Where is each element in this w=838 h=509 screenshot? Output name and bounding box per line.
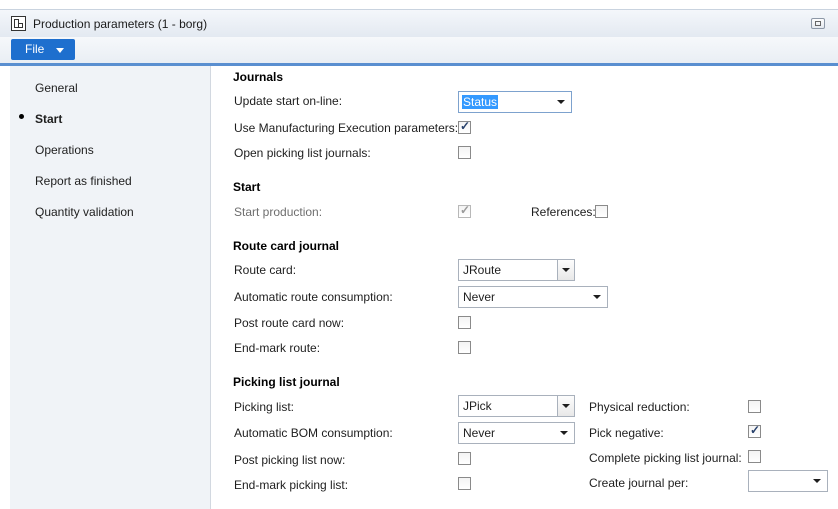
sidebar-nav: General Start Operations Report as finis…: [10, 66, 211, 509]
chevron-down-icon: [56, 48, 64, 53]
use-mes-params-checkbox[interactable]: [458, 119, 471, 134]
top-strip: [0, 0, 838, 9]
update-start-online-value: Status: [462, 95, 499, 109]
start-production-checkbox: [458, 203, 471, 218]
pick-negative-label: Pick negative:: [589, 426, 664, 440]
complete-picking-list-journal-label: Complete picking list journal:: [589, 451, 742, 465]
auto-route-consumption-value: Never: [463, 290, 496, 304]
sidebar-item-operations[interactable]: Operations: [35, 143, 94, 157]
end-mark-picking-list-checkbox[interactable]: [458, 477, 471, 490]
title-bar: Production parameters (1 - borg): [0, 9, 838, 37]
references-checkbox[interactable]: [595, 205, 608, 218]
auto-bom-consumption-value: Never: [463, 426, 496, 440]
complete-picking-list-journal-checkbox[interactable]: [748, 450, 761, 463]
end-mark-route-label: End-mark route:: [234, 341, 321, 355]
chevron-down-icon: [593, 295, 601, 299]
sidebar-item-general[interactable]: General: [35, 81, 78, 95]
active-bullet-icon: [19, 114, 24, 119]
menu-bar: File: [0, 37, 838, 63]
references-label: References:: [531, 205, 596, 219]
update-start-online-label: Update start on-line:: [234, 94, 343, 108]
update-start-online-combo[interactable]: Status: [458, 91, 572, 113]
create-journal-per-combo[interactable]: [748, 470, 828, 492]
app-icon: [11, 16, 26, 31]
file-menu-label: File: [25, 42, 45, 56]
picking-list-combo[interactable]: JPick: [458, 395, 575, 417]
post-picking-list-now-label: Post picking list now:: [234, 453, 346, 467]
picking-list-value: JPick: [463, 399, 492, 413]
start-section-title: Start: [233, 180, 261, 194]
open-picking-list-journals-checkbox[interactable]: [458, 146, 471, 159]
post-picking-list-now-checkbox[interactable]: [458, 452, 471, 465]
sidebar-item-start[interactable]: Start: [35, 112, 62, 126]
restore-window-button[interactable]: [811, 18, 825, 29]
use-mes-params-label: Use Manufacturing Execution parameters:: [234, 121, 459, 135]
route-card-combo[interactable]: JRoute: [458, 259, 575, 281]
end-mark-picking-list-label: End-mark picking list:: [234, 478, 349, 492]
chevron-down-icon: [813, 479, 821, 483]
window-title: Production parameters (1 - borg): [33, 17, 208, 31]
auto-bom-consumption-label: Automatic BOM consumption:: [234, 426, 393, 440]
lookup-dropdown-icon[interactable]: [557, 396, 574, 416]
journals-section-title: Journals: [233, 70, 284, 84]
open-picking-list-journals-label: Open picking list journals:: [234, 146, 371, 160]
pick-negative-checkbox[interactable]: [748, 423, 761, 438]
post-route-card-now-label: Post route card now:: [234, 316, 345, 330]
chevron-down-icon: [557, 100, 565, 104]
file-menu-button[interactable]: File: [11, 39, 75, 60]
route-card-label: Route card:: [234, 263, 297, 277]
sidebar-item-quantity-validation[interactable]: Quantity validation: [35, 205, 134, 219]
route-card-value: JRoute: [463, 263, 502, 277]
auto-route-consumption-combo[interactable]: Never: [458, 286, 608, 308]
post-route-card-now-checkbox[interactable]: [458, 316, 471, 329]
route-card-section-title: Route card journal: [233, 239, 340, 253]
end-mark-route-checkbox[interactable]: [458, 341, 471, 354]
picking-list-label: Picking list:: [234, 400, 295, 414]
physical-reduction-checkbox[interactable]: [748, 400, 761, 413]
chevron-down-icon: [560, 431, 568, 435]
lookup-dropdown-icon[interactable]: [557, 260, 574, 280]
start-production-label: Start production:: [234, 205, 323, 219]
auto-route-consumption-label: Automatic route consumption:: [234, 290, 393, 304]
sidebar-item-report-as-finished[interactable]: Report as finished: [35, 174, 132, 188]
physical-reduction-label: Physical reduction:: [589, 400, 690, 414]
picking-list-section-title: Picking list journal: [233, 375, 340, 389]
create-journal-per-label: Create journal per:: [589, 476, 689, 490]
auto-bom-consumption-combo[interactable]: Never: [458, 422, 575, 444]
